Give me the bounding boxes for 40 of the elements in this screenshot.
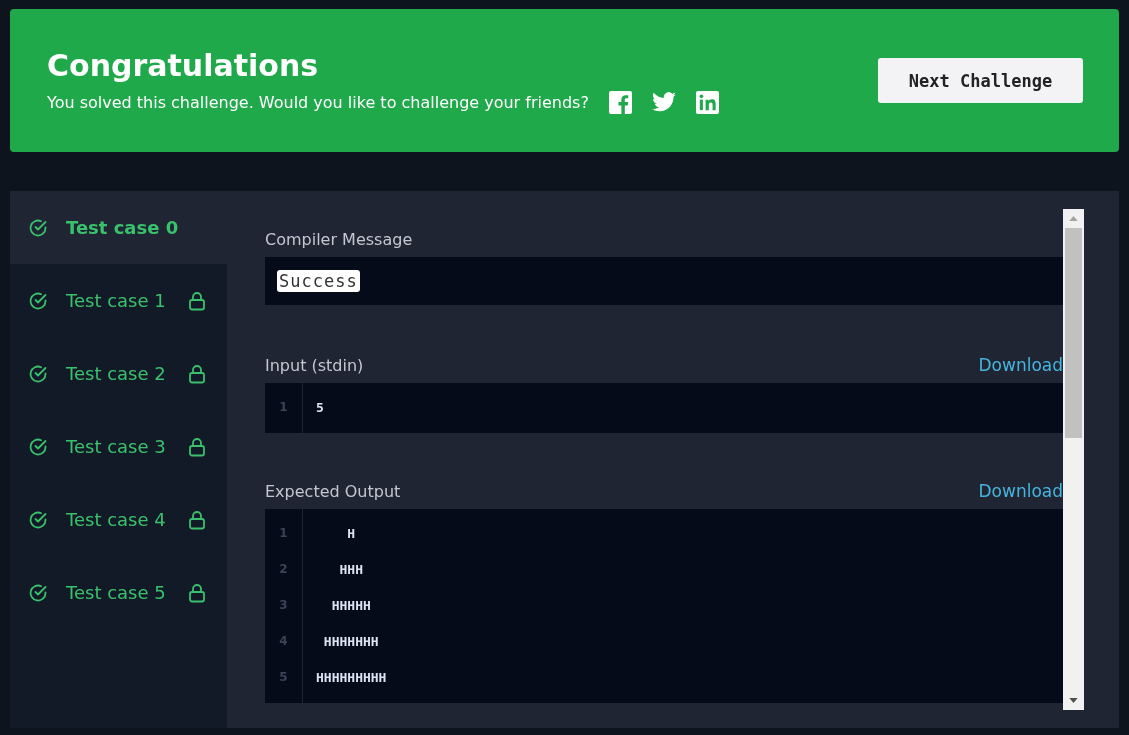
banner-title: Congratulations [47, 47, 320, 83]
code-line: HHHHHHHHH [316, 670, 387, 685]
next-challenge-button[interactable]: Next Challenge [878, 58, 1083, 103]
scroll-down-icon[interactable] [1069, 698, 1078, 703]
code-line: HHH [338, 562, 363, 577]
section-label: Input (stdin) [265, 355, 364, 375]
line-number: 3 [278, 597, 289, 614]
line-number: 5 [278, 669, 289, 686]
compiler-status: Success [277, 270, 360, 292]
linkedin-icon[interactable] [695, 90, 719, 114]
scroll-thumb[interactable] [1065, 228, 1082, 438]
line-number: 4 [278, 633, 289, 650]
section-label: Expected Output [265, 481, 401, 501]
code-line: H [346, 526, 356, 541]
check-circle-icon [28, 582, 48, 603]
code-line: 5 [316, 400, 324, 415]
line-number: 1 [278, 525, 289, 542]
scrollbar[interactable] [1063, 209, 1084, 710]
bird-icon[interactable] [651, 92, 676, 112]
check-circle-icon [28, 509, 48, 530]
line-number: 1 [278, 399, 289, 416]
section-label: Compiler Message [265, 229, 413, 249]
banner-message: You solved this challenge. Would you like to challenge your friends? [47, 92, 589, 112]
check-circle-icon [28, 436, 48, 457]
lock-icon [188, 582, 206, 603]
scroll-up-icon[interactable] [1069, 216, 1078, 221]
code-line: HHHHHHH [322, 634, 379, 649]
download-link[interactable]: Download [978, 355, 1063, 375]
line-number: 2 [278, 561, 289, 578]
code-line: HHHHH [330, 598, 371, 613]
check-circle-icon [28, 363, 48, 384]
lock-icon [188, 290, 206, 311]
test-case-tab[interactable]: Test case 0 [10, 191, 227, 264]
lock-icon [188, 509, 206, 530]
lock-icon [188, 363, 206, 384]
download-link[interactable]: Download [978, 481, 1063, 501]
facebook-icon[interactable] [608, 90, 632, 114]
check-circle-icon [28, 290, 48, 311]
lock-icon [188, 436, 206, 457]
check-circle-icon [28, 217, 48, 238]
